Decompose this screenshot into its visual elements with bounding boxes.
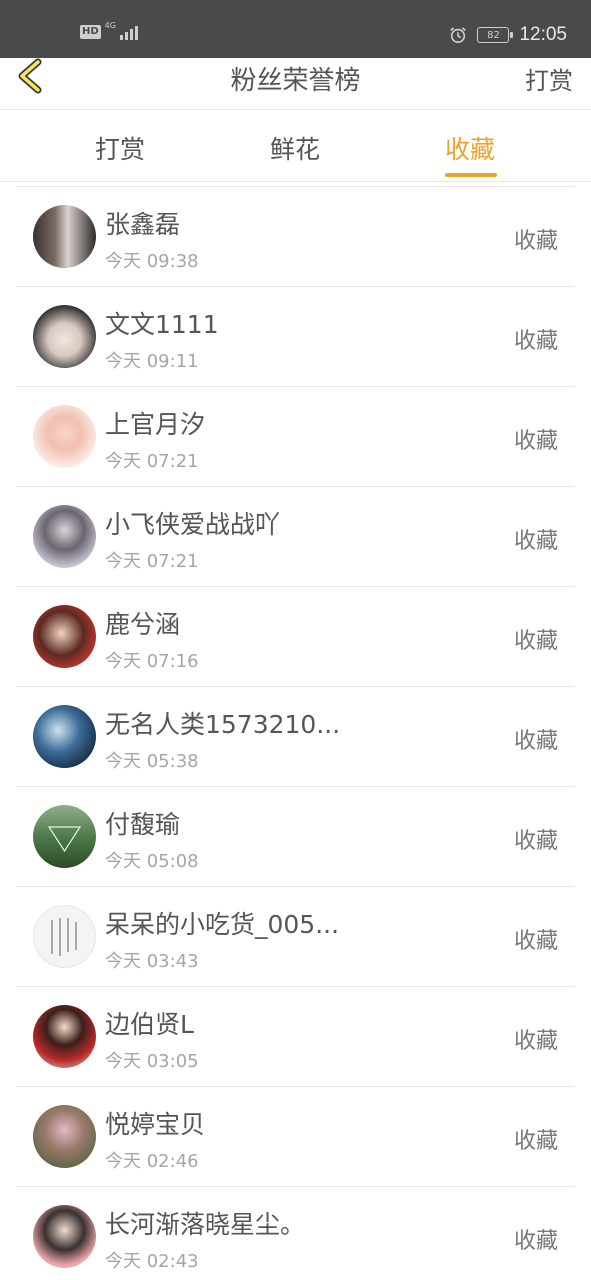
tab-bar: 打赏 鲜花 收藏: [0, 110, 591, 182]
list-item[interactable]: 张鑫磊 今天 09:38 收藏: [16, 187, 574, 287]
list-item[interactable]: 悦婷宝贝 今天 02:46 收藏: [16, 1087, 574, 1187]
user-name: 文文1111: [105, 310, 219, 339]
reward-button[interactable]: 打赏: [525, 61, 573, 96]
list-item[interactable]: 无名人类1573210... 今天 05:38 收藏: [16, 687, 574, 787]
clock: 12:05: [519, 24, 567, 45]
timestamp: 今天 03:43: [105, 951, 199, 972]
user-name: 鹿兮涵: [105, 610, 181, 639]
avatar: [33, 305, 96, 368]
action-label: 收藏: [513, 429, 558, 454]
user-name: 无名人类1573210...: [105, 710, 341, 739]
battery-icon: 82: [477, 27, 514, 43]
status-left: HD 4G: [80, 21, 138, 40]
list-item[interactable]: 文文1111 今天 09:11 收藏: [16, 287, 574, 387]
list-item[interactable]: 付馥瑜 今天 05:08 收藏: [16, 787, 574, 887]
action-label: 收藏: [513, 529, 558, 554]
timestamp: 今天 02:46: [105, 1151, 199, 1172]
tab-reward[interactable]: 打赏: [70, 130, 170, 166]
tab-flowers[interactable]: 鲜花: [245, 130, 345, 166]
action-label: 收藏: [513, 629, 558, 654]
avatar: [33, 1105, 96, 1168]
fan-list: 张鑫磊 今天 09:38 收藏 文文1111 今天 09:11 收藏 上官月汐 …: [16, 186, 574, 1280]
list-item[interactable]: 上官月汐 今天 07:21 收藏: [16, 387, 574, 487]
signal-icon: [119, 24, 138, 40]
user-name: 小飞侠爱战战吖: [105, 510, 281, 539]
timestamp: 今天 05:08: [105, 851, 199, 872]
timestamp: 今天 02:43: [105, 1251, 199, 1272]
action-label: 收藏: [513, 229, 558, 254]
active-tab-indicator: [445, 173, 497, 177]
status-right: 82 12:05: [449, 24, 567, 46]
tab-favorites[interactable]: 收藏: [420, 130, 520, 177]
timestamp: 今天 09:38: [105, 251, 199, 272]
list-item[interactable]: 长河渐落晓星尘。 今天 02:43 收藏: [16, 1187, 574, 1280]
battery-level: 82: [487, 29, 500, 41]
action-label: 收藏: [513, 329, 558, 354]
action-label: 收藏: [513, 1129, 558, 1154]
timestamp: 今天 07:16: [105, 651, 199, 672]
user-name: 呆呆的小吃货_005...: [105, 910, 340, 939]
user-name: 长河渐落晓星尘。: [105, 1210, 306, 1239]
timestamp: 今天 03:05: [105, 1051, 199, 1072]
hd-badge: HD: [80, 25, 101, 39]
page-title: 粉丝荣誉榜: [230, 66, 361, 96]
action-label: 收藏: [513, 929, 558, 954]
nav-bar: 粉丝荣誉榜 打赏: [0, 58, 591, 110]
timestamp: 今天 07:21: [105, 451, 199, 472]
timestamp: 今天 09:11: [105, 351, 199, 372]
user-name: 边伯贤L: [105, 1010, 194, 1039]
triangle-icon: [47, 826, 82, 853]
avatar: [33, 405, 96, 468]
timestamp: 今天 05:38: [105, 751, 199, 772]
list-item[interactable]: 小飞侠爱战战吖 今天 07:21 收藏: [16, 487, 574, 587]
avatar: [33, 605, 96, 668]
user-name: 张鑫磊: [105, 210, 181, 239]
avatar: [33, 1005, 96, 1068]
user-name: 悦婷宝贝: [105, 1110, 206, 1139]
list-item[interactable]: 呆呆的小吃货_005... 今天 03:43 收藏: [16, 887, 574, 987]
user-name: 付馥瑜: [105, 810, 181, 839]
timestamp: 今天 07:21: [105, 551, 199, 572]
network-type: 4G: [104, 21, 116, 30]
status-bar: HD 4G 82 12:05: [0, 0, 591, 58]
user-name: 上官月汐: [105, 410, 206, 439]
avatar: [33, 1205, 96, 1268]
action-label: 收藏: [513, 1229, 558, 1254]
action-label: 收藏: [513, 729, 558, 754]
avatar: [33, 805, 96, 868]
calligraphy-image: [51, 918, 77, 956]
avatar: [33, 705, 96, 768]
alarm-icon: [450, 27, 467, 44]
list-item[interactable]: 鹿兮涵 今天 07:16 收藏: [16, 587, 574, 687]
avatar: [33, 505, 96, 568]
avatar: [33, 905, 96, 968]
action-label: 收藏: [513, 1029, 558, 1054]
action-label: 收藏: [513, 829, 558, 854]
avatar: [33, 205, 96, 268]
list-item[interactable]: 边伯贤L 今天 03:05 收藏: [16, 987, 574, 1087]
tab-favorites-label: 收藏: [444, 135, 495, 164]
